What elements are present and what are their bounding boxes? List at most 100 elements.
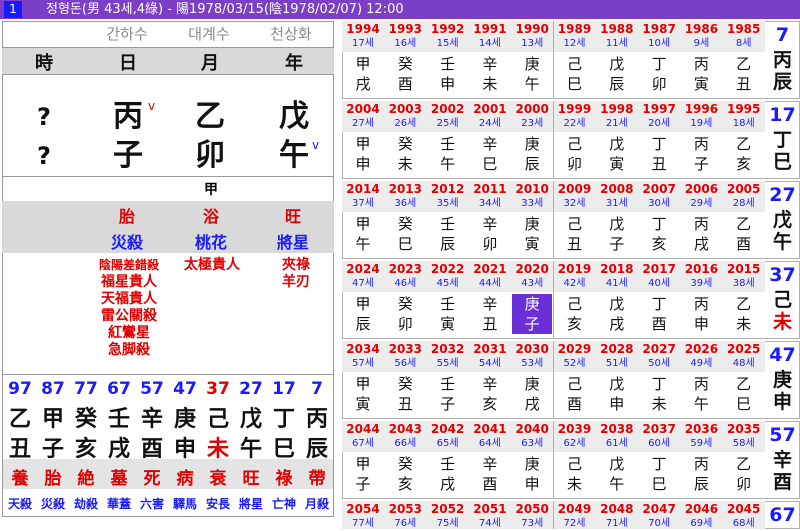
year-branch[interactable]: 丑 — [555, 234, 595, 254]
year-cell[interactable]: 2028 — [596, 341, 638, 358]
year-branch[interactable]: 子 — [512, 314, 553, 334]
year-stem[interactable]: 壬 — [428, 454, 468, 474]
year-branch[interactable]: 卯 — [639, 74, 679, 94]
year-branch[interactable]: 未 — [639, 394, 679, 414]
year-cell[interactable]: 1988 — [596, 21, 638, 38]
daewoon-stem[interactable]: 戊 — [236, 401, 266, 433]
year-cell[interactable]: 2008 — [596, 181, 638, 198]
year-stem[interactable]: 壬 — [428, 54, 468, 74]
year-cell[interactable]: 2003 — [384, 101, 426, 118]
daewoon-stem[interactable]: 辛 — [137, 401, 167, 433]
year-branch[interactable]: 午 — [512, 74, 552, 94]
year-branch[interactable]: 申 — [597, 394, 637, 414]
year-branch[interactable]: 子 — [428, 394, 468, 414]
year-cell[interactable]: 2011 — [469, 181, 511, 198]
year-stem[interactable]: 戊 — [264, 99, 324, 135]
year-branch[interactable]: 辰 — [343, 314, 383, 334]
year-stem[interactable]: 乙 — [724, 54, 764, 74]
year-cell[interactable]: 2013 — [384, 181, 426, 198]
day-branch[interactable]: 子 — [98, 138, 158, 174]
year-stem[interactable]: 乙 — [724, 214, 764, 234]
year-stem[interactable]: 戊 — [597, 134, 637, 154]
year-cell[interactable]: 2010 — [511, 181, 553, 198]
year-cell[interactable]: 2027 — [638, 341, 680, 358]
year-cell[interactable]: 2047 — [638, 501, 680, 518]
year-stem[interactable]: 己 — [555, 214, 595, 234]
year-branch[interactable]: 申 — [512, 474, 552, 494]
year-cell[interactable]: 2040 — [511, 421, 553, 438]
year-cell[interactable]: 2020 — [511, 261, 553, 278]
year-branch[interactable]: 寅 — [681, 74, 721, 94]
year-cell[interactable]: 2021 — [469, 261, 511, 278]
year-cell[interactable]: 2038 — [596, 421, 638, 438]
year-cell[interactable]: 2017 — [638, 261, 680, 278]
year-cell[interactable]: 1985 — [723, 21, 765, 38]
year-cell[interactable]: 2031 — [469, 341, 511, 358]
daewoon-stem[interactable]: 庚 — [170, 401, 200, 433]
year-branch[interactable]: 申 — [428, 74, 468, 94]
year-branch[interactable]: 卯 — [724, 474, 764, 494]
year-branch[interactable]: 卯 — [470, 234, 510, 254]
year-cell[interactable]: 2039 — [554, 421, 596, 438]
year-stem[interactable]: 壬 — [428, 134, 468, 154]
daewoon-stem[interactable]: 乙 — [5, 401, 35, 433]
year-cell[interactable]: 2015 — [723, 261, 765, 278]
year-stem[interactable]: 丁 — [639, 374, 679, 394]
year-branch[interactable]: 丑 — [470, 314, 510, 334]
year-cell[interactable]: 2037 — [638, 421, 680, 438]
year-cell[interactable]: 1996 — [680, 101, 722, 118]
year-cell[interactable]: 1997 — [638, 101, 680, 118]
year-stem[interactable]: 甲 — [343, 374, 383, 394]
year-cell[interactable]: 2045 — [723, 501, 765, 518]
year-cell[interactable]: 1998 — [596, 101, 638, 118]
year-branch[interactable]: 子 — [681, 154, 721, 174]
year-stem[interactable]: 丙 — [681, 454, 721, 474]
year-branch[interactable]: 戌 — [428, 474, 468, 494]
year-branch[interactable]: 酉 — [724, 234, 764, 254]
year-cell[interactable]: 2050 — [511, 501, 553, 518]
year-stem[interactable]: 己 — [555, 134, 595, 154]
year-cell[interactable]: 2051 — [469, 501, 511, 518]
year-branch[interactable]: 戌 — [681, 234, 721, 254]
year-stem[interactable]: 乙 — [724, 134, 764, 154]
year-branch[interactable]: 戌 — [343, 74, 383, 94]
year-branch[interactable]: 午 — [597, 474, 637, 494]
year-stem[interactable]: 甲 — [343, 454, 383, 474]
year-branch[interactable]: 亥 — [724, 154, 764, 174]
year-stem[interactable]: 甲 — [343, 214, 383, 234]
year-stem[interactable]: 戊 — [597, 214, 637, 234]
year-cell[interactable]: 1994 — [342, 21, 384, 38]
year-stem[interactable]: 辛 — [470, 294, 510, 314]
year-branch[interactable]: 巳 — [555, 74, 595, 94]
year-cell[interactable]: 2044 — [342, 421, 384, 438]
daewoon-branch[interactable]: 辰 — [302, 431, 332, 463]
year-branch[interactable]: 午 — [681, 394, 721, 414]
year-stem[interactable]: 丁 — [639, 54, 679, 74]
year-cell[interactable]: 2005 — [723, 181, 765, 198]
year-cell[interactable]: 1991 — [469, 21, 511, 38]
year-stem[interactable]: 辛 — [470, 54, 510, 74]
daewoon-branch[interactable]: 子 — [38, 431, 68, 463]
year-stem[interactable]: 庚 — [512, 294, 553, 314]
year-branch[interactable]: 亥 — [639, 234, 679, 254]
year-cell[interactable]: 1992 — [427, 21, 469, 38]
year-branch[interactable]: 申 — [343, 154, 383, 174]
year-branch[interactable]: 辰 — [428, 234, 468, 254]
year-branch[interactable]: 午 — [343, 234, 383, 254]
year-cell[interactable]: 2000 — [511, 101, 553, 118]
year-branch[interactable]: 卯 — [385, 314, 425, 334]
year-cell[interactable]: 2032 — [427, 341, 469, 358]
year-stem[interactable]: 癸 — [385, 454, 425, 474]
year-cell[interactable]: 2001 — [469, 101, 511, 118]
year-cell[interactable]: 1993 — [384, 21, 426, 38]
year-stem[interactable]: 庚 — [512, 214, 552, 234]
year-stem[interactable]: 丙 — [681, 134, 721, 154]
year-stem[interactable]: 壬 — [428, 294, 468, 314]
year-stem[interactable]: 辛 — [470, 454, 510, 474]
year-cell[interactable]: 1986 — [680, 21, 722, 38]
daewoon-branch[interactable]: 丑 — [5, 431, 35, 463]
year-stem[interactable]: 丙 — [681, 374, 721, 394]
year-cell[interactable]: 2043 — [384, 421, 426, 438]
year-branch[interactable]: 寅 — [512, 234, 552, 254]
year-branch[interactable]: 寅 — [343, 394, 383, 414]
